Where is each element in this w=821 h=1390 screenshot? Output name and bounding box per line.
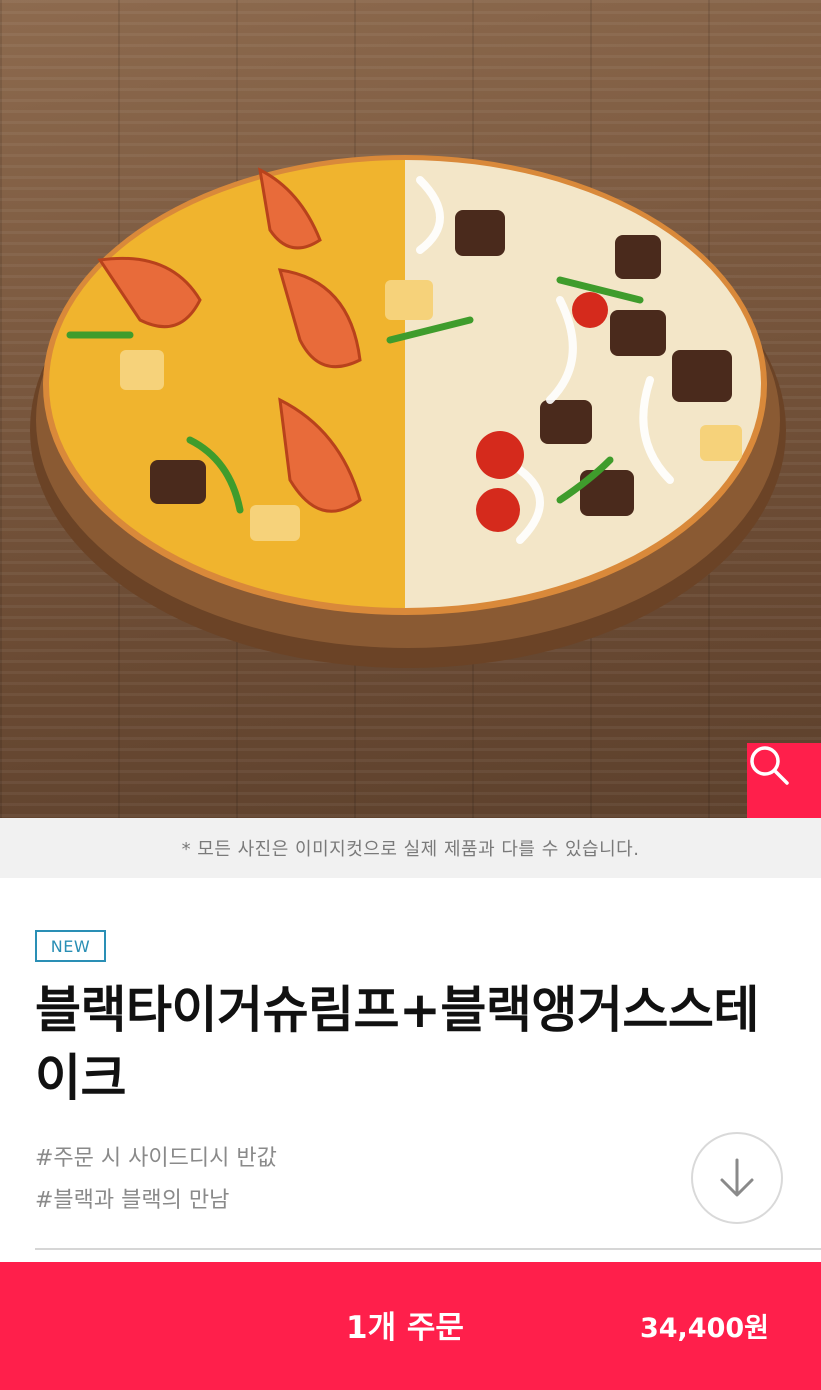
- pizza-photo: [30, 155, 786, 668]
- zoom-button[interactable]: [747, 743, 821, 818]
- order-label: 1개 주문: [346, 1310, 464, 1346]
- search-icon: [750, 746, 789, 785]
- hashtag: #주문 시 사이드디시 반값: [35, 1146, 277, 1171]
- scroll-down-button[interactable]: [691, 1132, 783, 1224]
- hashtag: #블랙과 블랙의 만남: [35, 1188, 230, 1213]
- arrow-down-icon: [720, 1158, 754, 1197]
- product-title: 블랙타이거슈림프+블랙앵거스스테이크: [35, 981, 759, 1107]
- order-price: 34,400원: [639, 1313, 769, 1344]
- product-image: [0, 0, 821, 818]
- order-button[interactable]: 1개 주문 34,400원: [0, 1262, 821, 1390]
- hashtag-list: #주문 시 사이드디시 반값 #블랙과 블랙의 만남: [35, 1138, 277, 1222]
- new-badge: NEW: [35, 930, 106, 962]
- divider: [35, 1248, 821, 1250]
- photo-disclaimer: * 모든 사진은 이미지컷으로 실제 제품과 다를 수 있습니다.: [0, 818, 821, 878]
